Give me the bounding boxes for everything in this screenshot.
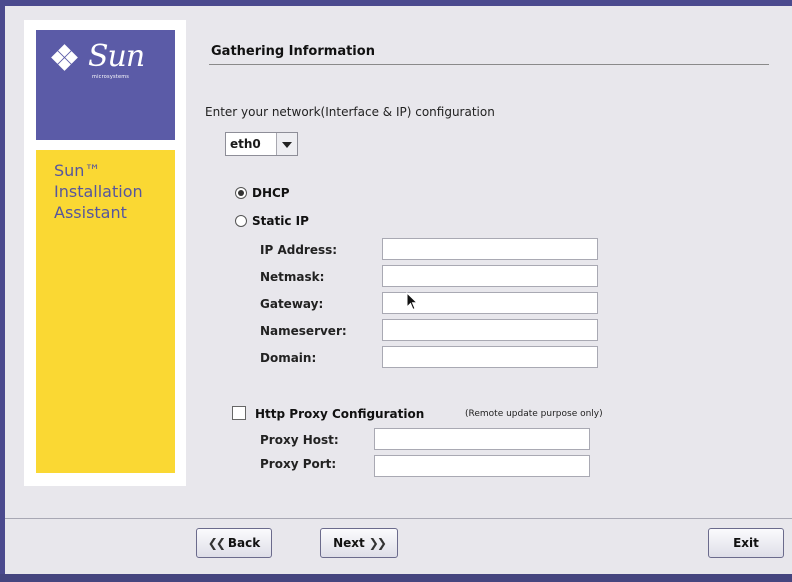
interface-select[interactable]: eth0: [225, 132, 298, 156]
back-button-label: Back: [227, 536, 261, 550]
ip-address-field[interactable]: [382, 238, 598, 260]
footer-divider: [5, 518, 792, 519]
back-button[interactable]: ❮❮ Back: [196, 528, 272, 558]
sun-logo-panel: Sun microsystems: [36, 30, 175, 140]
gateway-label: Gateway:: [260, 297, 324, 311]
product-line-1: Sun™: [54, 161, 101, 180]
proxy-port-label: Proxy Port:: [260, 457, 337, 471]
product-panel: Sun™ Installation Assistant: [36, 150, 175, 473]
static-ip-radio[interactable]: [235, 215, 247, 227]
domain-label: Domain:: [260, 351, 317, 365]
next-button[interactable]: Next ❯❯: [320, 528, 398, 558]
proxy-host-field[interactable]: [374, 428, 590, 450]
http-proxy-checkbox[interactable]: [232, 406, 246, 420]
domain-field[interactable]: [382, 346, 598, 368]
ip-address-label: IP Address:: [260, 243, 338, 257]
window-border-bottom: [0, 574, 792, 582]
brand-name: Sun: [88, 39, 145, 74]
proxy-host-label: Proxy Host:: [260, 433, 339, 447]
next-button-label: Next: [333, 536, 365, 550]
nameserver-field[interactable]: [382, 319, 598, 341]
double-chevron-left-icon: ❮❮: [207, 536, 226, 550]
exit-button[interactable]: Exit: [708, 528, 784, 558]
product-line-2: Installation: [54, 182, 143, 201]
dropdown-button[interactable]: [276, 133, 297, 155]
double-chevron-right-icon: ❯❯: [368, 536, 387, 550]
interface-select-value: eth0: [230, 137, 261, 151]
product-line-3: Assistant: [54, 203, 127, 222]
netmask-field[interactable]: [382, 265, 598, 287]
dhcp-label: DHCP: [252, 186, 290, 200]
http-proxy-label: Http Proxy Configuration: [255, 407, 425, 421]
exit-button-label: Exit: [733, 536, 759, 550]
static-ip-label: Static IP: [252, 214, 309, 228]
nameserver-label: Nameserver:: [260, 324, 347, 338]
brand-sub: microsystems: [92, 74, 130, 80]
http-proxy-note: (Remote update purpose only): [465, 409, 603, 419]
mouse-pointer-icon: [406, 292, 418, 311]
network-prompt: Enter your network(Interface & IP) confi…: [205, 105, 495, 119]
title-divider: [209, 64, 769, 65]
product-name: Sun™ Installation Assistant: [54, 160, 143, 223]
triangle-down-icon: [282, 142, 292, 148]
netmask-label: Netmask:: [260, 270, 325, 284]
proxy-port-field[interactable]: [374, 455, 590, 477]
dhcp-radio[interactable]: [235, 187, 247, 199]
page-title: Gathering Information: [211, 44, 375, 59]
